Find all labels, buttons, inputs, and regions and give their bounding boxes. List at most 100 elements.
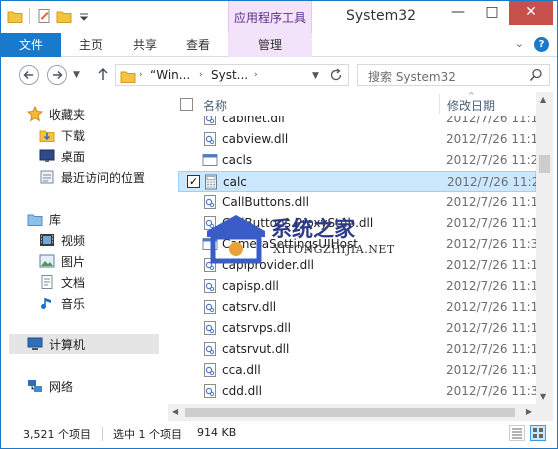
sidebar-item-label: 视频: [61, 233, 86, 248]
forward-button[interactable]: [47, 65, 67, 85]
sidebar-item-network[interactable]: 网络: [27, 376, 73, 396]
file-name[interactable]: capisp.dll: [222, 279, 279, 293]
vertical-scroll-thumb[interactable]: [539, 155, 550, 173]
up-arrow-icon[interactable]: [97, 66, 109, 85]
file-modified-date: 2012/7/26 11:2: [446, 153, 536, 167]
sidebar-item-documents[interactable]: 文档: [39, 272, 85, 292]
file-row[interactable]: capiprovider.dll 2012/7/26 11:1: [178, 255, 536, 276]
recent-locations-icon[interactable]: ▼: [73, 70, 80, 80]
file-name[interactable]: CallButtons.dll: [222, 195, 309, 209]
file-name[interactable]: CallButtons.ProxyStub.dll: [222, 216, 373, 230]
scroll-right-icon[interactable]: ▶: [526, 407, 532, 416]
expand-ribbon-icon[interactable]: ⌄: [515, 37, 524, 52]
file-row[interactable]: catsrv.dll 2012/7/26 11:1: [178, 297, 536, 318]
horizontal-scroll-thumb[interactable]: [185, 408, 515, 417]
breadcrumb-chevron-icon[interactable]: ›: [199, 70, 203, 80]
breadcrumb-chevron-icon[interactable]: ›: [254, 70, 258, 80]
scroll-up-icon[interactable]: ▲: [540, 95, 546, 104]
breadcrumb-segment-system32[interactable]: Syst...: [211, 68, 248, 82]
address-bar[interactable]: › “Win... › Syst... › ▼: [115, 64, 349, 86]
tab-home[interactable]: 主页: [67, 33, 115, 57]
file-name[interactable]: catsrv.dll: [222, 300, 276, 314]
help-icon[interactable]: ?: [534, 37, 549, 52]
item-count: 3,521 个项目: [23, 428, 91, 441]
file-row[interactable]: cca.dll 2012/7/26 11:1: [178, 360, 536, 381]
search-input[interactable]: 搜索 System32: [357, 64, 550, 86]
caption-buttons: — □ ✕: [441, 1, 553, 25]
file-row[interactable]: catsrvps.dll 2012/7/26 11:1: [178, 318, 536, 339]
file-name[interactable]: cabinet.dll: [222, 116, 285, 125]
tab-share[interactable]: 共享: [121, 33, 169, 57]
breadcrumb-chevron-icon[interactable]: ›: [139, 70, 143, 80]
file-name[interactable]: cacls: [222, 153, 252, 167]
sidebar-item-favorites[interactable]: 收藏夹: [26, 104, 85, 124]
file-name[interactable]: catsrvps.dll: [222, 321, 291, 335]
window-title: System32: [346, 8, 417, 24]
file-name[interactable]: calc: [223, 175, 247, 189]
sidebar-item-desktop[interactable]: 桌面: [39, 146, 85, 166]
file-name[interactable]: CameraSettingsUIHost: [222, 237, 358, 251]
large-icons-view-icon[interactable]: [530, 425, 546, 441]
folder-icon[interactable]: [7, 8, 23, 24]
toolbar-separator: [29, 8, 30, 24]
sidebar-item-pictures[interactable]: 图片: [39, 251, 85, 271]
sidebar-item-videos[interactable]: 视频: [39, 230, 85, 250]
maximize-button[interactable]: □: [475, 1, 509, 25]
sidebar-item-downloads[interactable]: 下载: [39, 125, 85, 145]
file-name[interactable]: cca.dll: [222, 363, 261, 377]
properties-icon[interactable]: [36, 8, 52, 24]
refresh-icon[interactable]: [328, 67, 344, 86]
tab-manage[interactable]: 管理: [228, 33, 312, 57]
scroll-down-icon[interactable]: ▼: [540, 392, 546, 401]
explorer-window: 应用程序工具 System32 — □ ✕ 文件 主页 共享 查看 管理 ⌄ ?…: [0, 0, 558, 449]
horizontal-scrollbar[interactable]: ◀ ▶: [168, 404, 536, 421]
file-name[interactable]: capiprovider.dll: [222, 258, 314, 272]
sidebar-item-music[interactable]: 音乐: [39, 293, 85, 313]
file-row[interactable]: CallButtons.ProxyStub.dll 2012/7/26 11:1: [178, 213, 536, 234]
column-divider[interactable]: [439, 94, 440, 114]
tab-view[interactable]: 查看: [174, 33, 222, 57]
file-row[interactable]: cacls 2012/7/26 11:2: [178, 150, 536, 171]
file-name[interactable]: catsrvut.dll: [222, 342, 289, 356]
network-icon: [27, 378, 43, 394]
sidebar-item-computer[interactable]: 计算机: [9, 334, 159, 354]
file-row[interactable]: CallButtons.dll 2012/7/26 11:1: [178, 192, 536, 213]
context-tab-app-tools[interactable]: 应用程序工具: [228, 1, 312, 33]
minimize-button[interactable]: —: [441, 1, 475, 25]
sidebar-item-recent-places[interactable]: 最近访问的位置: [39, 167, 145, 187]
search-icon[interactable]: [529, 68, 543, 85]
arrow-right-icon: [53, 70, 63, 80]
file-modified-date: 2012/7/26 11:1: [446, 300, 536, 314]
customize-toolbar-icon[interactable]: [76, 8, 92, 24]
recent-places-icon: [39, 169, 55, 185]
column-header-name[interactable]: 名称: [203, 97, 227, 114]
file-row[interactable]: cdd.dll 2012/7/26 11:3: [178, 381, 536, 402]
back-button[interactable]: [19, 65, 39, 85]
breadcrumb-segment-windows[interactable]: “Win...: [150, 68, 190, 82]
file-row[interactable]: ✓ calc 2012/7/26 11:2: [178, 171, 536, 192]
column-header-date[interactable]: 修改日期: [447, 97, 495, 114]
file-name[interactable]: cabview.dll: [222, 132, 288, 146]
row-checkbox[interactable]: ✓: [187, 175, 200, 188]
pictures-library-icon: [39, 253, 55, 269]
file-modified-date: 2012/7/26 11:1: [446, 279, 536, 293]
new-folder-icon[interactable]: [56, 8, 72, 24]
file-row[interactable]: cabview.dll 2012/7/26 11:1: [178, 129, 536, 150]
close-button[interactable]: ✕: [509, 1, 553, 25]
dll-file-icon: [202, 116, 218, 126]
select-all-checkbox[interactable]: [180, 98, 193, 111]
sidebar-item-label: 音乐: [61, 296, 86, 311]
scroll-left-icon[interactable]: ◀: [172, 407, 178, 416]
details-view-icon[interactable]: [509, 425, 525, 441]
file-row[interactable]: CameraSettingsUIHost 2012/7/26 11:3: [178, 234, 536, 255]
file-row[interactable]: cabinet.dll 2012/7/26 11:1: [178, 116, 536, 129]
vertical-scrollbar[interactable]: ▲ ▼: [536, 92, 553, 404]
file-name[interactable]: cdd.dll: [222, 384, 262, 398]
tab-file[interactable]: 文件: [1, 33, 61, 57]
address-dropdown-icon[interactable]: ▼: [312, 71, 319, 81]
dll-file-icon: [202, 362, 218, 378]
file-row[interactable]: catsrvut.dll 2012/7/26 11:1: [178, 339, 536, 360]
file-row[interactable]: capisp.dll 2012/7/26 11:1: [178, 276, 536, 297]
file-rows: cabinet.dll 2012/7/26 11:1 cabview.dll 2012…: [168, 116, 536, 404]
sidebar-item-libraries[interactable]: 库: [27, 209, 61, 229]
